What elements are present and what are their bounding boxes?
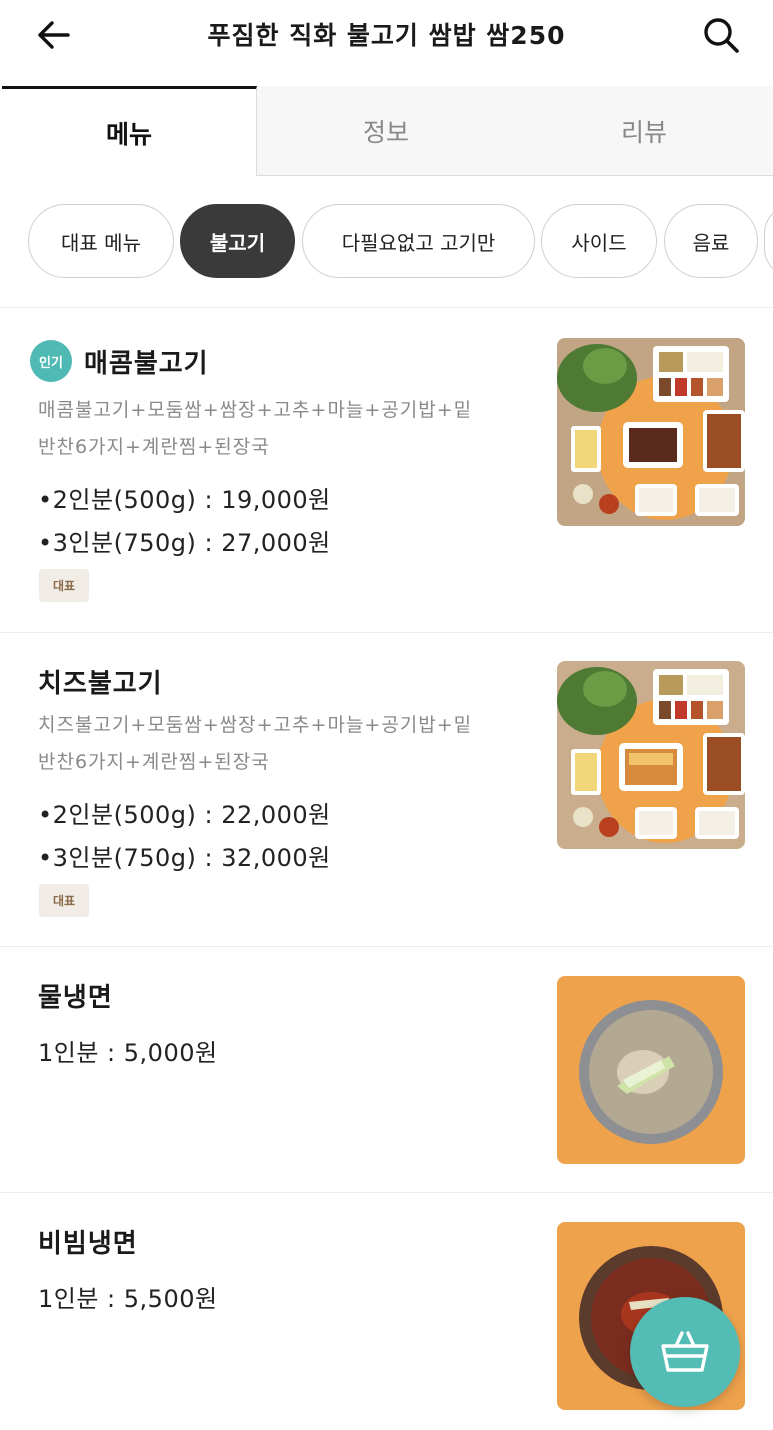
- item-name-row: 물냉면: [38, 977, 113, 1014]
- item-name: 매콤불고기: [84, 348, 209, 379]
- item-price: •2인분(500g) : 22,000원: [38, 801, 331, 829]
- item-name-row: 비빔냉면: [38, 1223, 138, 1260]
- item-price: •2인분(500g) : 19,000원: [38, 486, 331, 514]
- menu-item-mul-naengmyeon[interactable]: 물냉면 1인분 : 5,000원: [0, 947, 773, 1193]
- tab-info[interactable]: 정보: [257, 86, 515, 176]
- arrow-left-icon: [38, 21, 70, 49]
- search-button[interactable]: [698, 14, 744, 56]
- basket-icon: [661, 1331, 709, 1372]
- item-price: 1인분 : 5,000원: [38, 1039, 218, 1067]
- cheese-bulgogi-set-photo: [557, 661, 745, 849]
- chip-bulgogi[interactable]: 불고기: [180, 204, 295, 278]
- tab-menu[interactable]: 메뉴: [2, 86, 257, 176]
- page-title: 푸짐한 직화 불고기 쌈밥 쌈250: [207, 21, 566, 50]
- chip-side[interactable]: 사이드: [541, 204, 657, 278]
- item-name: 물냉면: [38, 983, 113, 1013]
- item-name-row: 인기 매콤불고기: [30, 340, 209, 382]
- item-price: •3인분(750g) : 32,000원: [38, 844, 331, 872]
- representative-tag: 대표: [39, 884, 89, 917]
- chip-meat-only[interactable]: 다필요없고 고기만: [302, 204, 535, 278]
- item-name: 비빔냉면: [38, 1229, 138, 1259]
- tab-reviews[interactable]: 리뷰: [515, 86, 773, 176]
- representative-tag: 대표: [39, 569, 89, 602]
- item-description-line: 반찬6가지+계란찜+된장국: [38, 436, 270, 458]
- bulgogi-set-photo: [557, 338, 745, 526]
- item-photo: [557, 976, 745, 1164]
- item-price: 1인분 : 5,500원: [38, 1285, 218, 1313]
- cart-button[interactable]: [630, 1297, 740, 1407]
- item-photo: [557, 338, 745, 526]
- item-description: 치즈불고기+모둠쌈+쌈장+고추+마늘+공기밥+밑 반찬6가지+계란찜+된장국: [38, 707, 538, 781]
- item-description-line: 매콤불고기+모둠쌈+쌈장+고추+마늘+공기밥+밑: [38, 399, 473, 421]
- item-description-line: 치즈불고기+모둠쌈+쌈장+고추+마늘+공기밥+밑: [38, 714, 473, 736]
- category-chip-row: 대표 메뉴 불고기 다필요없고 고기만 사이드 음료: [0, 204, 773, 282]
- item-price: •3인분(750g) : 27,000원: [38, 529, 331, 557]
- search-icon: [704, 18, 739, 53]
- tab-bar: 메뉴 정보 리뷰: [0, 86, 773, 178]
- naengmyeon-photo: [557, 976, 745, 1164]
- menu-item-spicy-bulgogi[interactable]: 인기 매콤불고기 매콤불고기+모둠쌈+쌈장+고추+마늘+공기밥+밑 반찬6가지+…: [0, 308, 773, 633]
- top-app-bar: 푸짐한 직화 불고기 쌈밥 쌈250: [0, 0, 773, 72]
- item-name-row: 치즈불고기: [38, 663, 163, 700]
- chip-drinks[interactable]: 음료: [664, 204, 758, 278]
- back-button[interactable]: [30, 14, 76, 56]
- item-description-line: 반찬6가지+계란찜+된장국: [38, 751, 270, 773]
- chip-representative-menu[interactable]: 대표 메뉴: [28, 204, 174, 278]
- menu-item-cheese-bulgogi[interactable]: 치즈불고기 치즈불고기+모둠쌈+쌈장+고추+마늘+공기밥+밑 반찬6가지+계란찜…: [0, 633, 773, 947]
- item-description: 매콤불고기+모둠쌈+쌈장+고추+마늘+공기밥+밑 반찬6가지+계란찜+된장국: [38, 392, 538, 466]
- popular-badge: 인기: [30, 340, 72, 382]
- item-photo: [557, 661, 745, 849]
- item-name: 치즈불고기: [38, 669, 163, 699]
- chip-next-partial[interactable]: [764, 204, 773, 278]
